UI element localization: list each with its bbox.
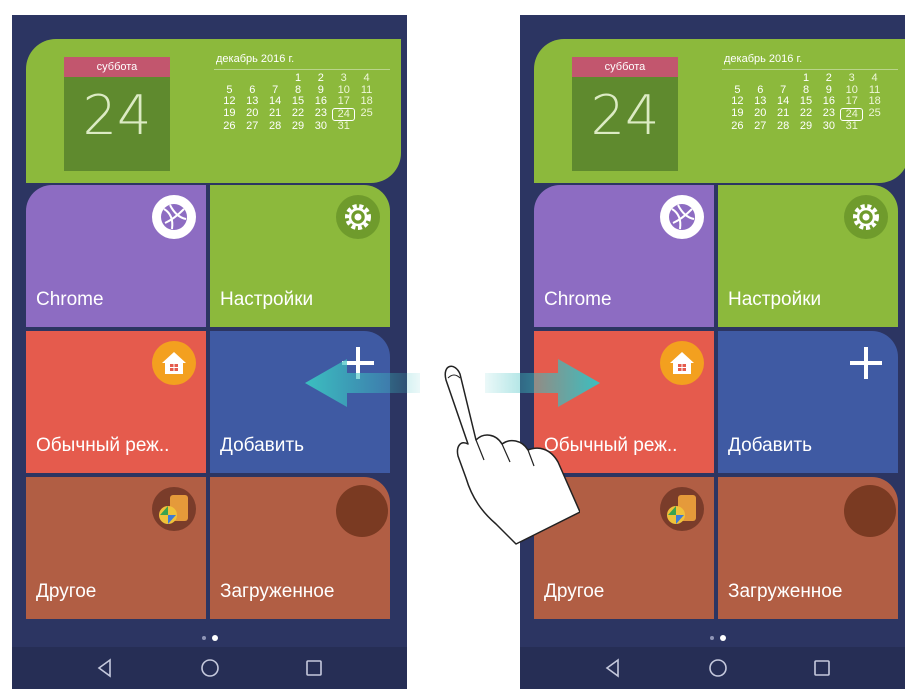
tile-label: Другое [36,581,97,602]
gallery-icon [660,487,704,531]
today-marker: 24 [332,107,356,121]
swipe-arrow-icon [305,359,420,407]
day-number: 24 [82,84,152,147]
tile-label: Настройки [728,289,822,310]
page-indicator [520,627,905,645]
calendar-widget[interactable]: суббота 24 декабрь 2016 г. 1234 5 6 7 8 9 10 1… [534,39,905,183]
tile-label: Chrome [544,289,612,310]
tile-chrome[interactable]: Chrome [26,185,206,327]
tile-settings[interactable]: Настройки [210,185,390,327]
calendar-widget[interactable]: суббота 24 декабрь 2016 г. 1234 5 6 7 8 9 10 1… [26,39,401,183]
tile-label: Chrome [36,289,104,310]
gallery-icon [152,487,196,531]
page-dot-active [211,635,218,641]
weekday-label: суббота [572,57,678,77]
recent-apps-icon[interactable] [303,657,325,679]
calendar-week: 12 13 14 15 16 17 18 [731,95,881,107]
recent-apps-icon[interactable] [811,657,833,679]
month-divider [722,69,898,70]
calendar-week: 19 20 21 22 23 24 25 [731,106,881,121]
page-dot [201,636,206,640]
day-number: 24 [590,84,660,147]
today-marker: 24 [840,107,864,121]
tile-label: Загруженное [220,581,335,602]
plus-icon [844,341,888,385]
tile-chrome[interactable]: Chrome [534,185,714,327]
navigation-bar [12,647,407,689]
tile-add[interactable]: Добавить [718,331,898,473]
page-indicator [12,627,407,645]
home-icon [660,341,704,385]
tile-label: Загруженное [728,581,843,602]
calendar-week: 12 13 14 15 16 17 18 [223,95,373,107]
calendar-grid: 1234 5 6 7 8 9 10 11 12 13 14 15 16 17 18 19 20 21 22 23… [218,72,378,133]
downloads-icon [336,485,388,537]
home-icon [152,341,196,385]
gear-icon [844,195,888,239]
page-dot [709,636,714,640]
home-nav-icon[interactable] [199,657,221,679]
tile-label: Добавить [728,435,812,456]
tile-label: Обычный реж.. [36,435,170,456]
month-divider [214,69,390,70]
tile-label: Настройки [220,289,314,310]
downloads-icon [844,485,896,537]
calendar-week: 1234 [294,72,370,84]
chrome-icon [152,195,196,239]
chrome-icon [660,195,704,239]
calendar-week: 19 20 21 22 23 24 25 [223,106,373,121]
tile-downloads[interactable]: Загруженное [718,477,898,619]
weekday-label: суббота [64,57,170,77]
tile-label: Добавить [220,435,304,456]
hand-gesture-icon [444,365,580,545]
tile-settings[interactable]: Настройки [718,185,898,327]
month-title: декабрь 2016 г. [216,53,295,65]
date-card: суббота 24 [64,57,170,171]
tile-normal-mode[interactable]: Обычный реж.. [26,331,206,473]
tile-downloads[interactable]: Загруженное [210,477,390,619]
gear-icon [336,195,380,239]
calendar-week: 1234 [802,72,878,84]
back-icon[interactable] [602,657,624,679]
home-nav-icon[interactable] [707,657,729,679]
calendar-week: 26 27 28 29 30 31 [731,120,858,132]
calendar-week: 26 27 28 29 30 31 [223,120,350,132]
date-card: суббота 24 [572,57,678,171]
back-icon[interactable] [94,657,116,679]
month-title: декабрь 2016 г. [724,53,803,65]
tile-label: Другое [544,581,605,602]
page-dot-active [719,635,726,641]
phone-screen-left: суббота 24 декабрь 2016 г. 1234 5 6 7 8 9 10 1… [12,15,407,689]
calendar-grid: 1234 5 6 7 8 9 10 11 12 13 14 15 16 17 18 19 20 21 22 23… [726,72,886,133]
tile-other[interactable]: Другое [26,477,206,619]
navigation-bar [520,647,905,689]
